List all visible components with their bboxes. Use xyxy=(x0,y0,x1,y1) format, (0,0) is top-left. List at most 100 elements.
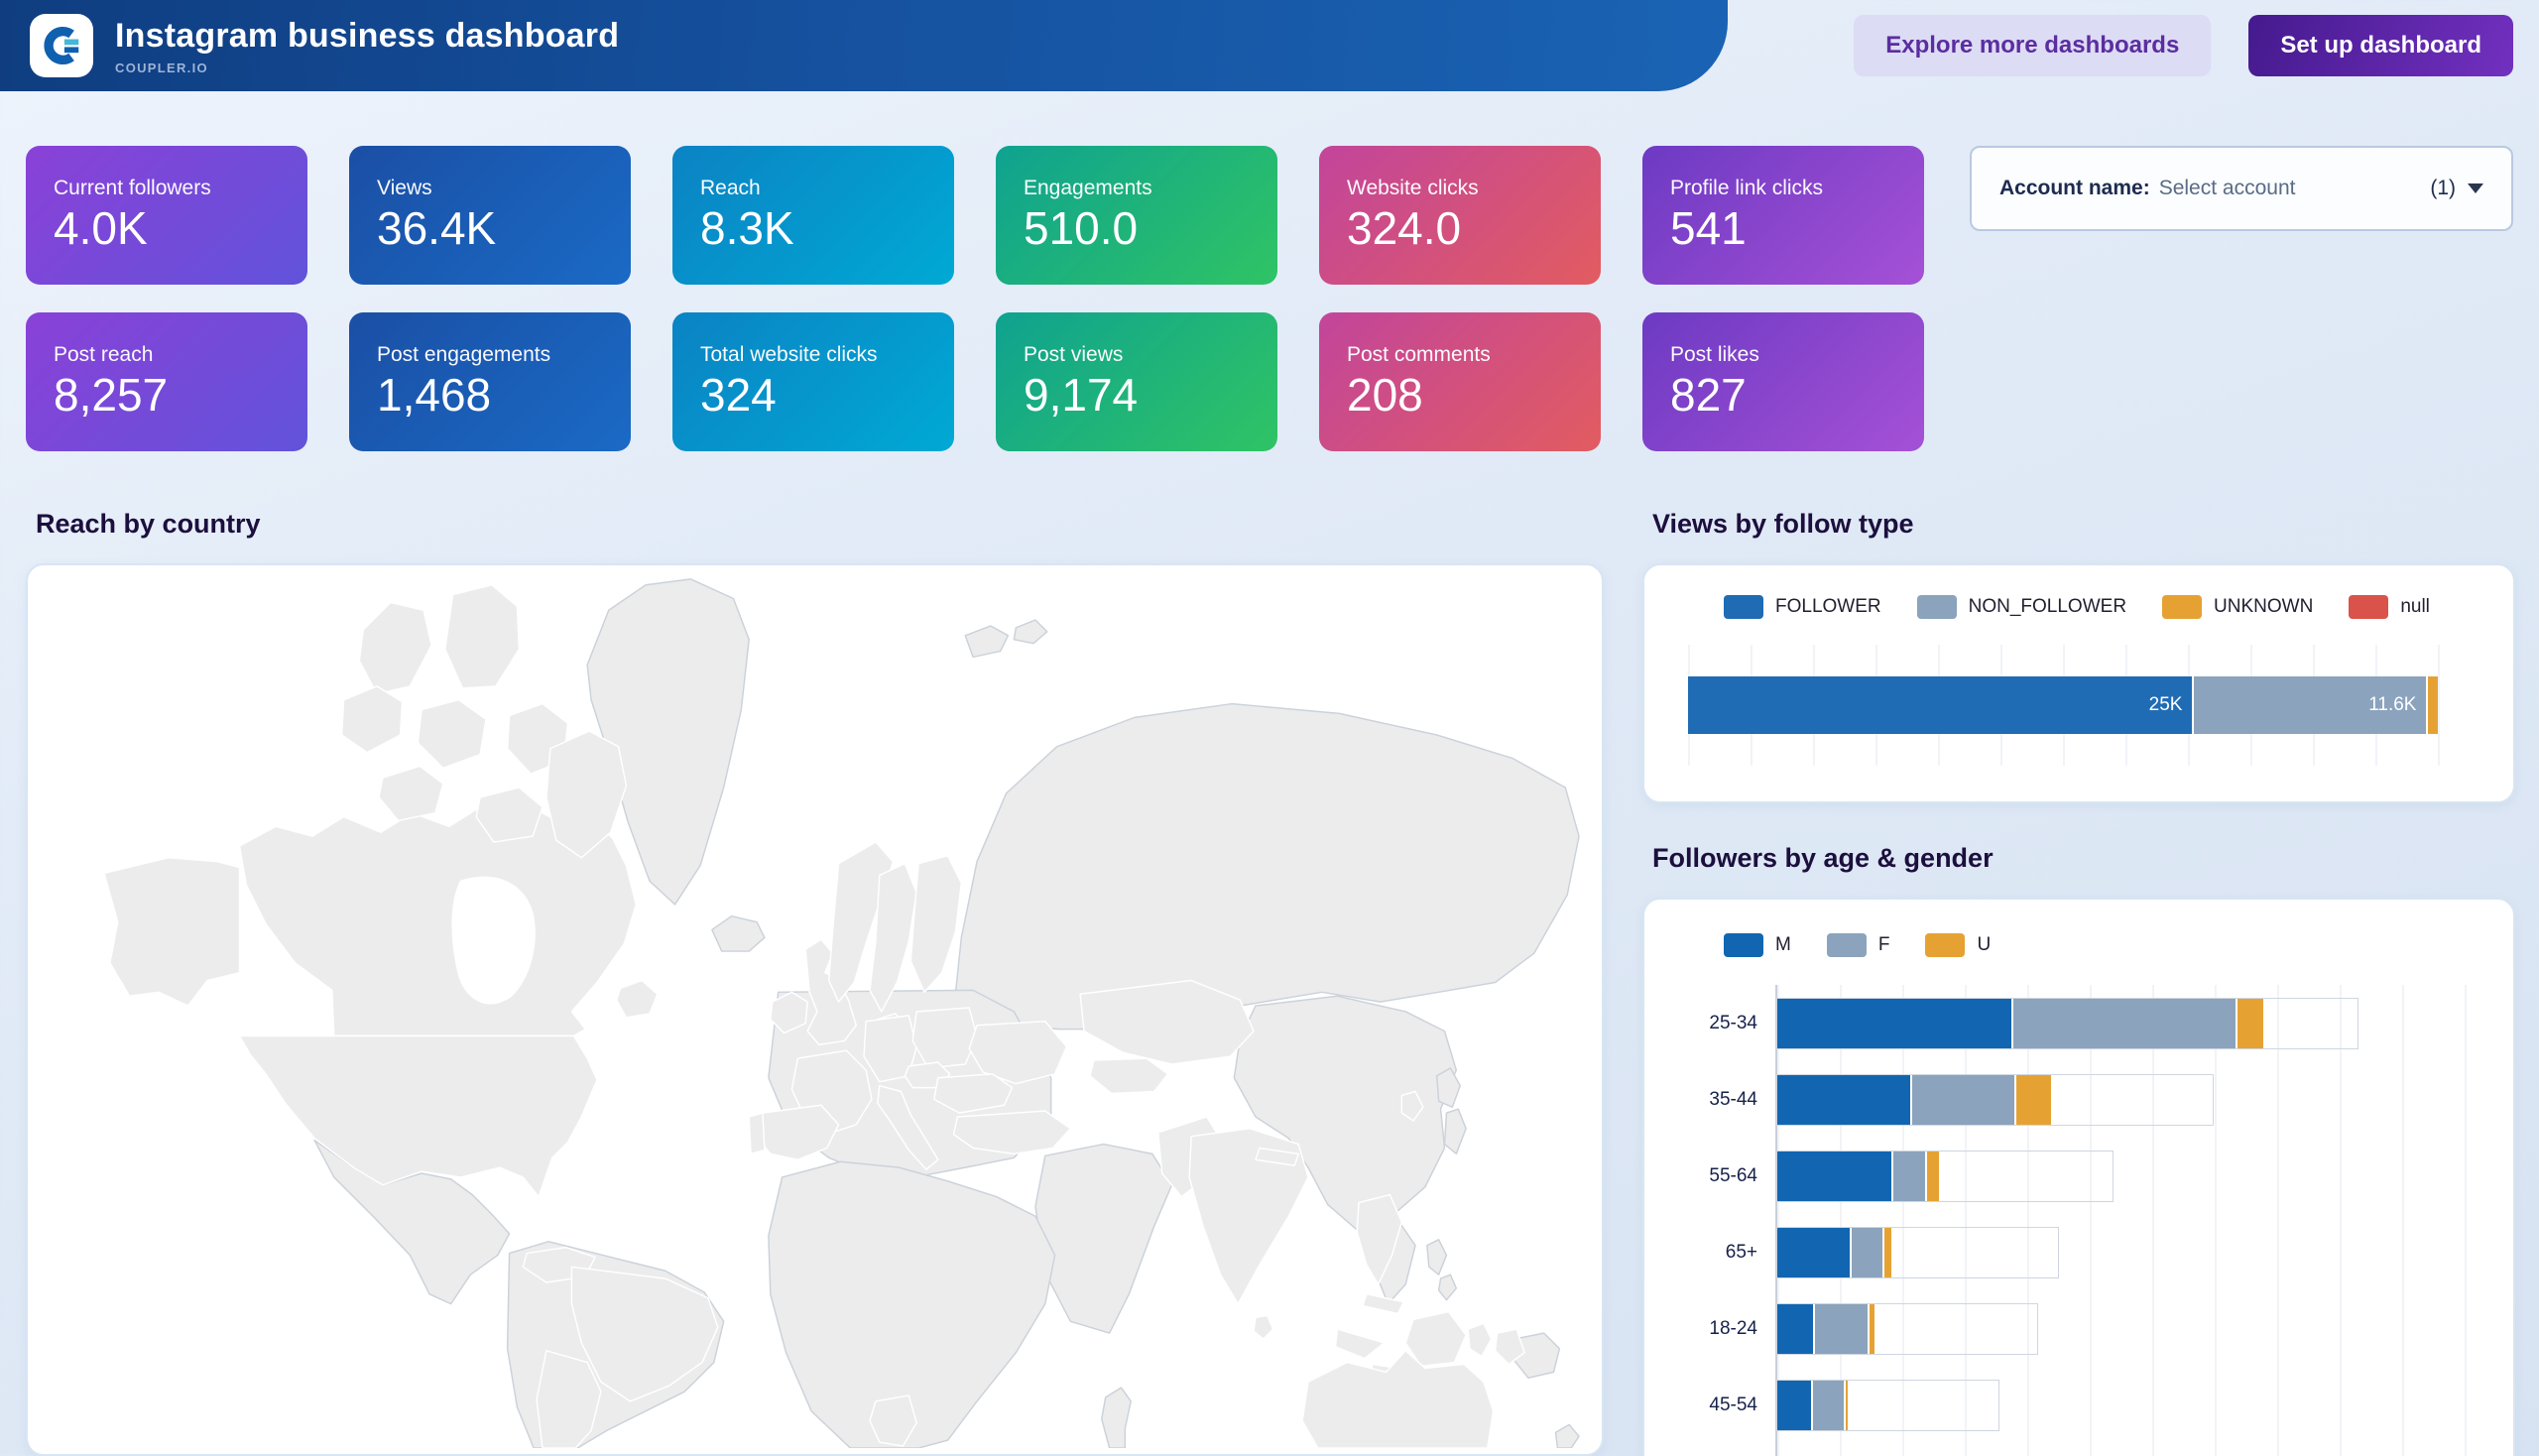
map-country-poland[interactable] xyxy=(912,1008,977,1068)
map-country-russia[interactable] xyxy=(953,704,1579,1030)
age-stacked-bar-55-64[interactable] xyxy=(1777,1152,2113,1201)
age-category-label: 35-44 xyxy=(1688,1061,1775,1138)
age-segment-m-25-34[interactable] xyxy=(1777,999,2011,1048)
map-country-new-zealand[interactable] xyxy=(1555,1424,1579,1448)
age-gender-legend: MFU xyxy=(1724,933,2470,957)
kpi-card-total-website-clicks: Total website clicks324 xyxy=(672,312,954,451)
age-segment-f-35-44[interactable] xyxy=(1910,1075,2014,1125)
chevron-down-icon[interactable] xyxy=(2468,183,2483,193)
map-indonesia-sumatra[interactable] xyxy=(1335,1329,1384,1358)
map-country-australia[interactable] xyxy=(1302,1351,1494,1448)
age-segment-m-55-64[interactable] xyxy=(1777,1152,1891,1201)
map-canada-island-1[interactable] xyxy=(359,602,431,693)
legend-item-unknown[interactable]: UNKNOWN xyxy=(2162,595,2313,619)
age-segment-f-25-34[interactable] xyxy=(2011,999,2235,1048)
kpi-card-views: Views36.4K xyxy=(349,146,631,285)
account-filter-value: Select account xyxy=(2159,177,2296,200)
legend-chip-f xyxy=(1827,933,1867,957)
legend-item-null[interactable]: null xyxy=(2349,595,2430,619)
age-stacked-bar-25-34[interactable] xyxy=(1777,999,2358,1048)
follow-segment-unknown[interactable] xyxy=(2426,676,2438,734)
age-segment-m-18-24[interactable] xyxy=(1777,1304,1813,1354)
follow-type-plot: 25K 11.6K xyxy=(1688,645,2470,766)
map-us-alaska[interactable] xyxy=(104,858,240,1006)
map-island-svalbard-2[interactable] xyxy=(1014,620,1046,644)
age-stacked-bar-18-24[interactable] xyxy=(1777,1304,2037,1354)
map-canada-island-6[interactable] xyxy=(379,766,443,820)
age-segment-u-45-54[interactable] xyxy=(1844,1381,1848,1430)
age-segment-m-35-44[interactable] xyxy=(1777,1075,1910,1125)
kpi-grid: Current followers4.0KViews36.4KReach8.3K… xyxy=(26,146,1924,451)
map-country-sri-lanka[interactable] xyxy=(1254,1315,1273,1339)
map-country-uzbekistan[interactable] xyxy=(1090,1058,1168,1093)
age-segment-m-45-54[interactable] xyxy=(1777,1381,1811,1430)
map-canada-island-2[interactable] xyxy=(445,585,520,688)
age-segment-f-18-24[interactable] xyxy=(1813,1304,1868,1354)
map-canada-baffin-island[interactable] xyxy=(546,731,627,858)
age-segment-f-55-64[interactable] xyxy=(1891,1152,1924,1201)
age-segment-f-45-54[interactable] xyxy=(1811,1381,1844,1430)
kpi-card-post-reach: Post reach8,257 xyxy=(26,312,307,451)
map-canada-island-4[interactable] xyxy=(418,700,486,769)
legend-chip-u xyxy=(1925,933,1965,957)
legend-item-f[interactable]: F xyxy=(1827,933,1890,957)
map-country-finland[interactable] xyxy=(910,856,961,993)
kpi-card-post-comments: Post comments208 xyxy=(1319,312,1601,451)
age-stacked-bar-65[interactable] xyxy=(1777,1228,2058,1277)
kpi-value: 8.3K xyxy=(700,203,926,255)
age-segment-u-35-44[interactable] xyxy=(2014,1075,2051,1125)
map-country-iceland[interactable] xyxy=(712,916,765,951)
age-gender-plot xyxy=(1775,985,2470,1456)
legend-label: M xyxy=(1775,934,1791,956)
legend-chip-follower xyxy=(1724,595,1763,619)
age-bar-row-25-34 xyxy=(1777,985,2470,1061)
age-category-label: 13-17 xyxy=(1688,1443,1775,1456)
follow-segment-follower[interactable]: 25K xyxy=(1688,676,2192,734)
legend-chip-non-follower xyxy=(1917,595,1957,619)
map-country-turkey[interactable] xyxy=(953,1111,1070,1153)
kpi-value: 8,257 xyxy=(54,370,280,422)
age-segment-u-55-64[interactable] xyxy=(1925,1152,1940,1201)
age-segment-f-65[interactable] xyxy=(1850,1228,1882,1277)
age-bar-row-35-44 xyxy=(1777,1061,2470,1138)
map-country-japan-south[interactable] xyxy=(1445,1109,1467,1153)
kpi-value: 36.4K xyxy=(377,203,603,255)
kpi-card-reach: Reach 8.3K xyxy=(672,146,954,285)
legend-item-u[interactable]: U xyxy=(1925,933,1991,957)
account-filter-dropdown[interactable]: Account name: Select account (1) xyxy=(1970,146,2513,231)
map-country-malaysia[interactable] xyxy=(1363,1294,1403,1314)
map-country-philippines-2[interactable] xyxy=(1439,1274,1457,1300)
set-up-dashboard-button[interactable]: Set up dashboard xyxy=(2248,15,2513,76)
map-country-philippines-1[interactable] xyxy=(1427,1240,1447,1274)
legend-label: null xyxy=(2400,596,2430,618)
age-stacked-bar-35-44[interactable] xyxy=(1777,1075,2213,1125)
right-column: Views by follow type FOLLOWERNON_FOLLOWE… xyxy=(1642,509,2515,1456)
map-country-madagascar[interactable] xyxy=(1102,1388,1131,1448)
legend-item-follower[interactable]: FOLLOWER xyxy=(1724,595,1881,619)
kpi-label: Reach xyxy=(700,177,926,200)
kpi-value: 324.0 xyxy=(1347,203,1573,255)
map-country-portugal[interactable] xyxy=(749,1113,765,1153)
kpi-label: Post likes xyxy=(1670,343,1896,367)
map-country-japan-north[interactable] xyxy=(1437,1068,1461,1107)
map-region-middle-east[interactable] xyxy=(1035,1145,1172,1334)
legend-item-non-follower[interactable]: NON_FOLLOWER xyxy=(1917,595,2126,619)
map-indonesia-sulawesi[interactable] xyxy=(1468,1323,1492,1356)
age-segment-u-65[interactable] xyxy=(1882,1228,1890,1277)
map-canada-island-3[interactable] xyxy=(342,686,403,753)
age-segment-u-25-34[interactable] xyxy=(2236,999,2263,1048)
bar-value-label: 11.6K xyxy=(2368,694,2416,716)
age-segment-m-65[interactable] xyxy=(1777,1228,1850,1277)
kpi-value: 1,468 xyxy=(377,370,603,422)
follow-segment-non-follower[interactable]: 11.6K xyxy=(2192,676,2426,734)
legend-item-m[interactable]: M xyxy=(1724,933,1791,957)
kpi-card-website-clicks: Website clicks324.0 xyxy=(1319,146,1601,285)
views-by-follow-type-card: FOLLOWER NON_FOLLOWER UNKNOWN null 25K 11.6K xyxy=(1642,563,2515,803)
kpi-label: Engagements xyxy=(1024,177,1250,200)
age-segment-u-18-24[interactable] xyxy=(1868,1304,1874,1354)
explore-more-dashboards-button[interactable]: Explore more dashboards xyxy=(1854,15,2211,76)
age-stacked-bar-45-54[interactable] xyxy=(1777,1381,1998,1430)
map-island-svalbard-1[interactable] xyxy=(965,626,1008,657)
map-canada-newfoundland[interactable] xyxy=(617,981,658,1018)
map-country-united-states[interactable] xyxy=(239,1036,596,1197)
